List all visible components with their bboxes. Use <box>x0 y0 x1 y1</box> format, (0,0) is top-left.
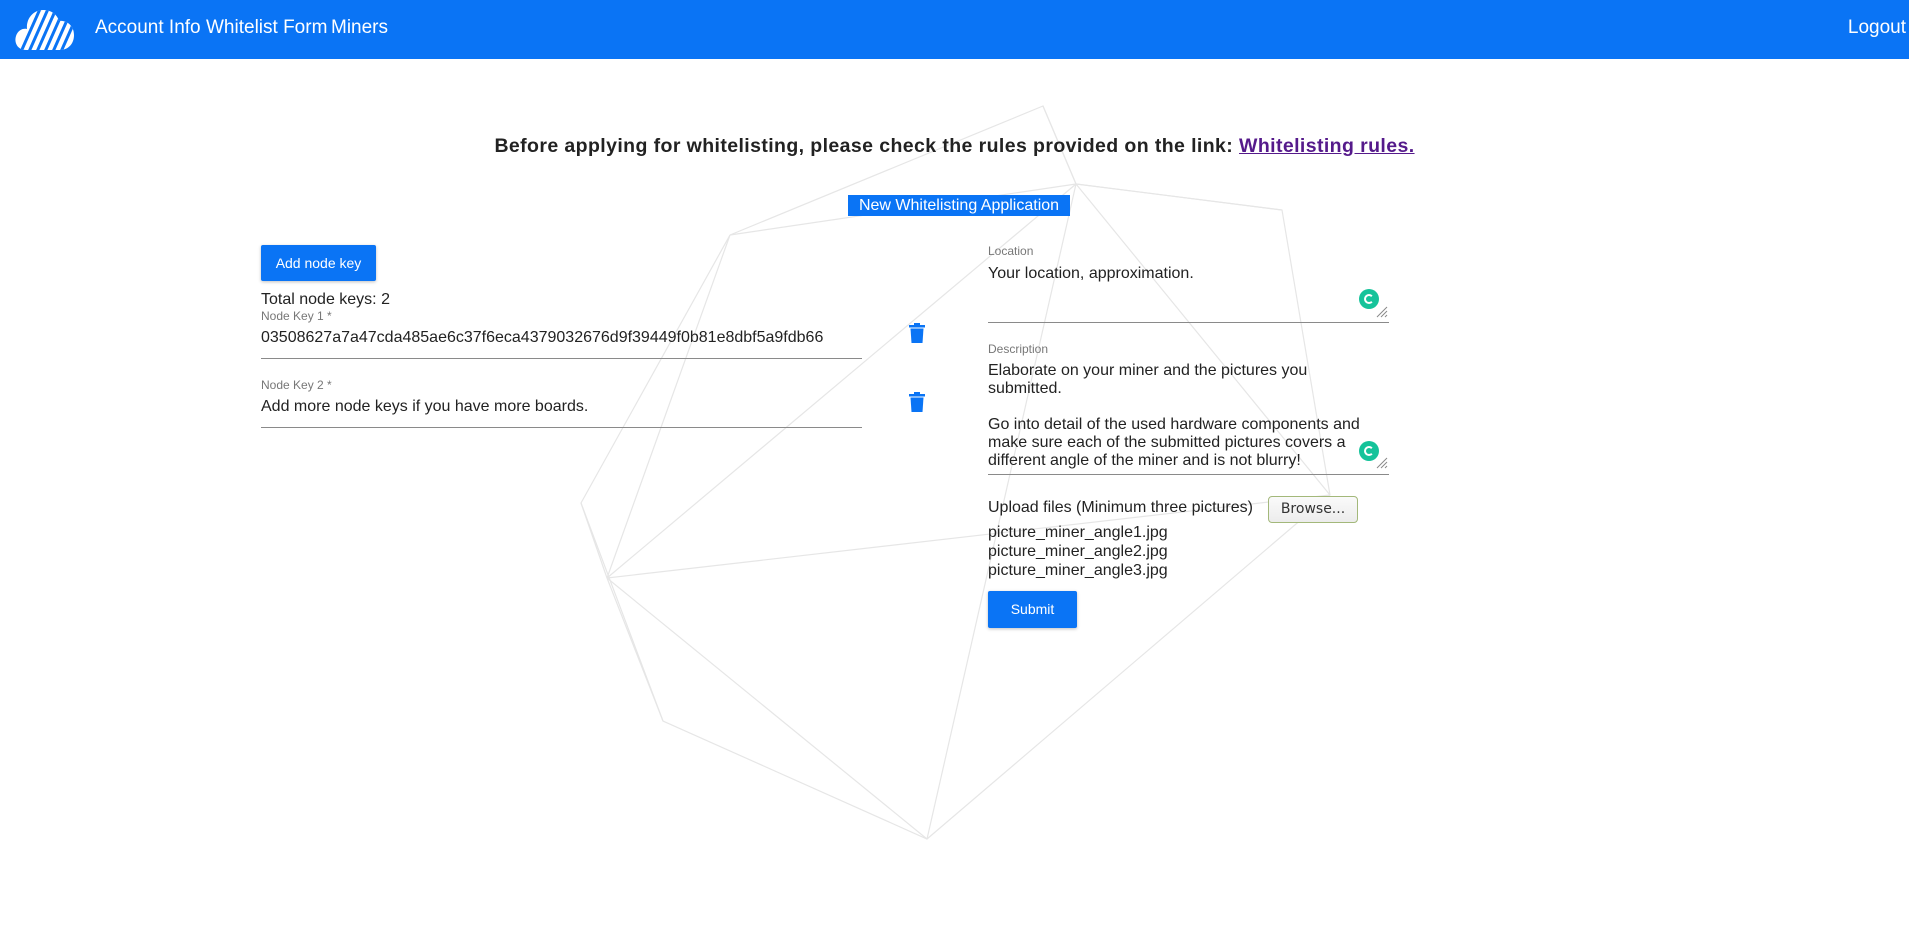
nav-logout[interactable]: Logout <box>1848 17 1906 39</box>
description-label: Description <box>988 342 1049 356</box>
description-line-4: different angle of the miner and is not … <box>988 452 1301 469</box>
location-underline <box>988 322 1389 323</box>
location-input[interactable]: Your location, approximation. <box>988 265 1194 283</box>
description-underline <box>988 474 1389 475</box>
notice-text: Before applying for whitelisting, please… <box>494 135 1240 157</box>
description-line-1: Elaborate on your miner and the pictures… <box>988 362 1308 397</box>
nav-account-info[interactable]: Account Info <box>95 17 201 39</box>
description-textarea[interactable]: Elaborate on your miner and the pictures… <box>988 362 1378 470</box>
node-key-1-underline <box>261 358 862 359</box>
node-key-2-underline <box>261 427 862 428</box>
description-line-2: Go into detail of the used hardware comp… <box>988 416 1360 433</box>
background-network-graph <box>580 105 1331 840</box>
node-key-1-label: Node Key 1 * <box>261 309 332 323</box>
node-key-2-input[interactable]: Add more node keys if you have more boar… <box>261 398 588 416</box>
upload-files-label: Upload files (Minimum three pictures) <box>988 499 1253 516</box>
submit-button[interactable]: Submit <box>988 591 1077 628</box>
nav-whitelist-form[interactable]: Whitelist Form <box>206 17 327 39</box>
total-node-keys: Total node keys: 2 <box>261 291 390 308</box>
node-key-2-label: Node Key 2 * <box>261 378 332 392</box>
delete-node-key-1-icon[interactable] <box>909 323 925 343</box>
cloud-logo-icon[interactable] <box>14 4 76 52</box>
node-key-1-input[interactable]: 03508627a7a47cda485ae6c37f6eca4379032676… <box>261 329 823 347</box>
nav-miners[interactable]: Miners <box>331 17 388 39</box>
top-navbar: Account Info Whitelist Form Miners Logou… <box>0 0 1909 59</box>
uploaded-file-2: picture_miner_angle2.jpg <box>988 543 1168 560</box>
browse-button[interactable]: Browse... <box>1268 496 1358 523</box>
delete-node-key-2-icon[interactable] <box>909 392 925 412</box>
add-node-key-button[interactable]: Add node key <box>261 245 376 281</box>
form-title: New Whitelisting Application <box>848 195 1070 216</box>
whitelisting-rules-link[interactable]: Whitelisting rules. <box>1239 135 1415 157</box>
resize-handle-icon[interactable] <box>1376 306 1388 318</box>
uploaded-file-1: picture_miner_angle1.jpg <box>988 524 1168 541</box>
location-label: Location <box>988 244 1034 258</box>
description-line-3: make sure each of the submitted pictures… <box>988 434 1346 451</box>
whitelisting-notice: Before applying for whitelisting, please… <box>0 135 1909 158</box>
uploaded-file-3: picture_miner_angle3.jpg <box>988 562 1168 579</box>
resize-handle-icon[interactable] <box>1376 457 1388 469</box>
